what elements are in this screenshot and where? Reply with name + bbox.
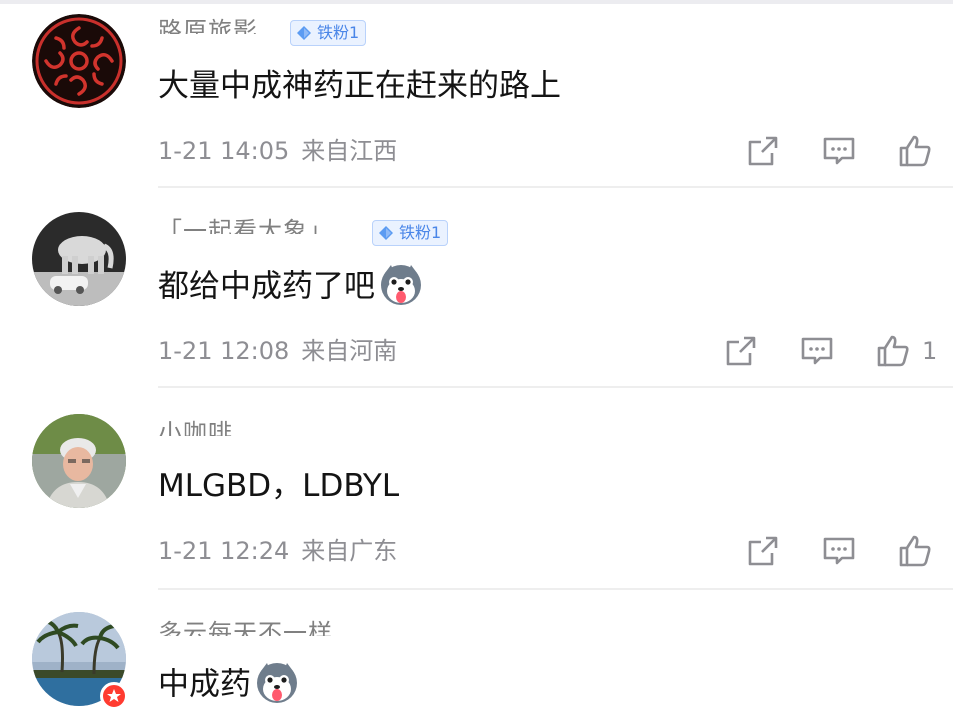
comment-meta: 1-21 14:05 来自江西	[158, 136, 397, 166]
comment-text: MLGBD，LDBYL	[158, 468, 400, 504]
comment-text: 中成药	[158, 663, 299, 708]
username[interactable]: 「一起看大象」	[158, 216, 333, 234]
comment-location: 来自广东	[301, 537, 398, 565]
comment-date: 1-21 12:08	[158, 337, 290, 365]
avatar[interactable]	[32, 414, 126, 508]
badge-label: 铁粉1	[317, 23, 360, 42]
username[interactable]: 小咖啡	[158, 418, 233, 436]
share-icon[interactable]	[724, 334, 758, 368]
comment-date: 1-21 12:24	[158, 537, 290, 565]
husky-emoji-icon	[381, 265, 421, 305]
share-icon[interactable]	[746, 534, 780, 568]
comment-meta: 1-21 12:24 来自广东	[158, 536, 397, 566]
comment-text: 大量中成神药正在赶来的路上	[158, 68, 561, 104]
avatar[interactable]	[32, 14, 126, 108]
comment-location: 来自江西	[301, 137, 398, 165]
thumbs-up-icon[interactable]	[876, 334, 910, 368]
diamond-icon	[297, 26, 311, 40]
badge-label: 铁粉1	[399, 223, 442, 242]
verified-badge-icon	[100, 682, 128, 710]
fan-badge: 铁粉1	[372, 220, 449, 246]
comment-item: 「一起看大象」 铁粉1 都给中成药了吧 1-21 12:08 来自河南 1	[0, 190, 953, 390]
comment-icon[interactable]	[822, 534, 856, 568]
comment-text-content: 中成药	[158, 666, 251, 703]
thumbs-up-icon[interactable]	[898, 534, 932, 568]
comment-text-content: 都给中成药了吧	[158, 268, 375, 305]
like-count: 1	[922, 337, 938, 365]
comment-icon[interactable]	[822, 134, 856, 168]
avatar[interactable]	[32, 212, 126, 306]
comment-date: 1-21 14:05	[158, 137, 290, 165]
husky-emoji-icon	[257, 663, 297, 703]
username[interactable]: 路原旅影	[158, 16, 258, 34]
diamond-icon	[379, 226, 393, 240]
divider	[158, 386, 953, 388]
comment-item: 路原旅影 铁粉1 大量中成神药正在赶来的路上 1-21 14:05 来自江西	[0, 0, 953, 190]
thumbs-up-icon[interactable]	[898, 134, 932, 168]
username[interactable]: 多云每天不一样	[158, 618, 333, 636]
comment-meta: 1-21 12:08 来自河南	[158, 336, 397, 366]
comment-location: 来自河南	[301, 337, 398, 365]
fan-badge: 铁粉1	[290, 20, 367, 46]
comment-text: 都给中成药了吧	[158, 265, 423, 310]
share-icon[interactable]	[746, 134, 780, 168]
divider	[158, 186, 953, 188]
comment-item: 多云每天不一样 中成药	[0, 590, 953, 725]
comment-item: 小咖啡 MLGBD，LDBYL 1-21 12:24 来自广东	[0, 390, 953, 590]
comment-icon[interactable]	[800, 334, 834, 368]
